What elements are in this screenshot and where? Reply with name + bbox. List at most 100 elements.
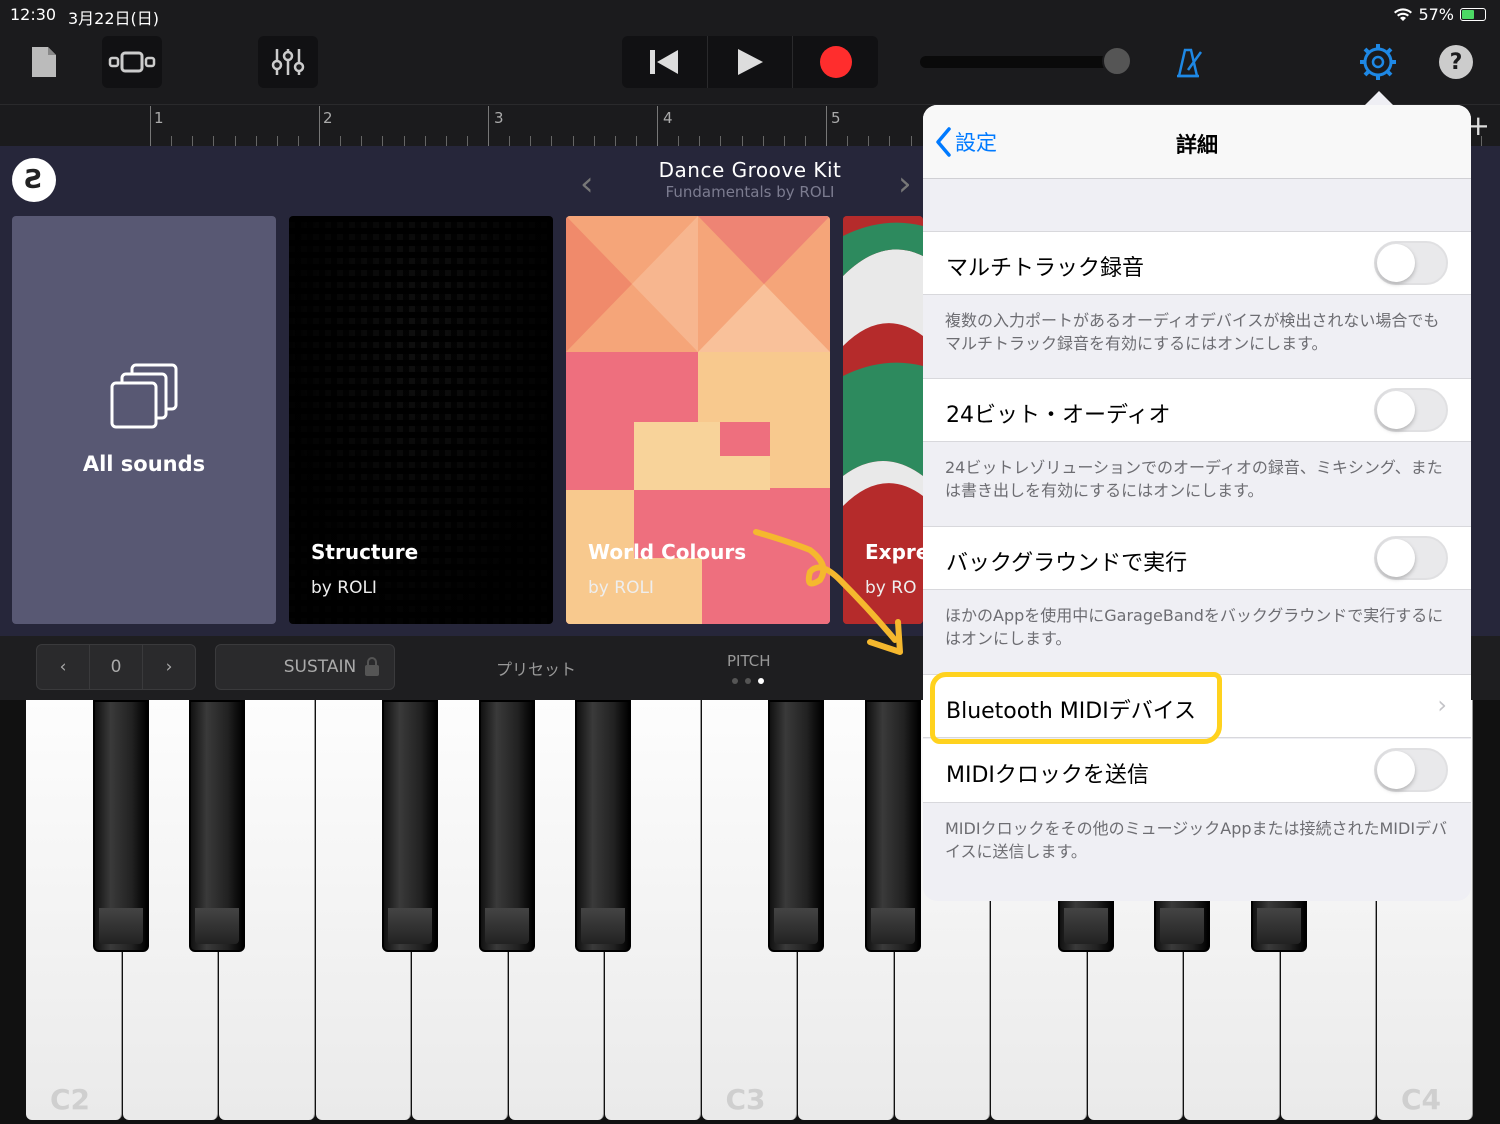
- kit-title: Dance Groove Kit: [658, 158, 842, 182]
- row-label: マルチトラック録音: [946, 256, 1145, 281]
- card-name: World Colours: [588, 540, 747, 564]
- key-label: C4: [1401, 1083, 1442, 1116]
- page-indicator: [732, 678, 764, 684]
- document-icon[interactable]: [22, 36, 66, 88]
- wifi-icon: [1394, 7, 1413, 21]
- ruler-tick: [741, 136, 743, 146]
- ruler-bar-line: [319, 106, 320, 146]
- ruler-tick: [234, 136, 236, 146]
- midi-clock-row: MIDIクロックを送信: [923, 739, 1471, 803]
- ruler-tick: [635, 136, 637, 146]
- black-key[interactable]: [478, 700, 535, 952]
- ruler-bar-line: [657, 106, 658, 146]
- structure-card[interactable]: Structure by ROLI: [289, 216, 553, 624]
- ruler-tick: [551, 136, 553, 146]
- toolbar: ?: [0, 28, 1500, 104]
- ruler-tick: [445, 136, 447, 146]
- metronome-icon[interactable]: [1166, 36, 1210, 88]
- settings-popover: 設定 詳細 マルチトラック録音 複数の入力ポートがあるオーディオデバイスが検出さ…: [923, 105, 1471, 901]
- 24bit-audio-row: 24ビット・オーディオ: [923, 378, 1471, 442]
- settings-gear-icon[interactable]: [1356, 36, 1400, 88]
- rewind-icon[interactable]: [622, 36, 708, 88]
- mixer-icon[interactable]: [258, 36, 318, 88]
- play-icon[interactable]: [708, 36, 794, 88]
- next-kit-button[interactable]: ›: [898, 164, 912, 204]
- black-key[interactable]: [189, 700, 245, 952]
- octave-down-button[interactable]: ‹: [37, 645, 90, 689]
- 24bit-audio-toggle[interactable]: [1374, 388, 1448, 432]
- black-key[interactable]: [382, 700, 438, 952]
- lock-icon[interactable]: [364, 657, 380, 677]
- row-footnote: 24ビットレゾリューションでのオーディオの録音、ミキシング、または書き出しを有効…: [945, 458, 1443, 500]
- row-footnote: MIDIクロックをその他のミュージックAppまたは接続されたMIDIデバイスに送…: [945, 819, 1448, 861]
- status-bar: 12:30 3月22日(日) 57%: [0, 0, 1500, 28]
- background-run-toggle[interactable]: [1374, 536, 1448, 580]
- sustain-button[interactable]: SUSTAIN: [215, 644, 395, 690]
- bar-number: 2: [323, 109, 333, 127]
- black-key[interactable]: [768, 700, 824, 952]
- ruler-bar-line: [826, 106, 827, 146]
- status-time: 12:30: [10, 5, 57, 24]
- ruler-tick: [213, 136, 215, 146]
- ruler-tick: [847, 136, 849, 146]
- kit-subtitle: Fundamentals by ROLI: [665, 183, 835, 201]
- master-volume-slider[interactable]: [920, 56, 1120, 68]
- page-dot-active: [758, 678, 764, 684]
- ruler-tick: [361, 136, 363, 146]
- tracks-view-icon[interactable]: [102, 36, 162, 88]
- row-footnote: ほかのAppを使用中にGarageBandをバックグラウンドで実行するにはオンに…: [945, 606, 1444, 648]
- background-run-row: バックグラウンドで実行: [923, 526, 1471, 590]
- ruler-tick: [699, 136, 701, 146]
- all-sounds-label: All sounds: [82, 452, 206, 476]
- card-name: Structure: [311, 540, 419, 564]
- row-label: バックグラウンドで実行: [946, 551, 1188, 576]
- sustain-label: SUSTAIN: [283, 657, 357, 677]
- bar-number: 1: [154, 109, 164, 127]
- preset-label[interactable]: プリセット: [496, 656, 576, 680]
- help-icon[interactable]: ?: [1436, 36, 1476, 88]
- ruler-tick: [171, 136, 173, 146]
- row-label: MIDIクロックを送信: [946, 763, 1149, 788]
- ruler-tick: [593, 136, 595, 146]
- ruler-tick: [910, 136, 912, 146]
- stacked-cards-icon: [110, 363, 178, 429]
- ruler-tick: [614, 136, 616, 146]
- annotation-arrow: [753, 529, 903, 655]
- status-date: 3月22日(日): [68, 9, 160, 28]
- status-right: 57%: [1394, 5, 1486, 24]
- ruler-tick: [403, 136, 405, 146]
- key-label: C2: [50, 1083, 91, 1116]
- ruler-tick: [192, 136, 194, 146]
- black-key[interactable]: [92, 700, 149, 952]
- ruler-tick: [276, 136, 278, 146]
- ruler-tick: [868, 136, 870, 146]
- ruler-tick: [255, 136, 257, 146]
- ruler-tick: [382, 136, 384, 146]
- row-label: 24ビット・オーディオ: [946, 403, 1171, 428]
- all-sounds-card[interactable]: All sounds: [12, 216, 276, 624]
- roli-logo[interactable]: Ƨ: [12, 158, 56, 202]
- bar-number: 4: [663, 109, 673, 127]
- annotation-highlight: [930, 672, 1222, 744]
- ruler-bar-line: [150, 106, 151, 146]
- midi-clock-toggle[interactable]: [1374, 748, 1448, 792]
- popover-title: 詳細: [1176, 133, 1218, 157]
- row-footnote: 複数の入力ポートがあるオーディオデバイスが検出されない場合でもマルチトラック録音…: [945, 311, 1440, 353]
- record-icon[interactable]: [793, 36, 878, 88]
- ruler-tick: [424, 136, 426, 146]
- black-key[interactable]: [575, 700, 631, 952]
- ruler-tick: [297, 136, 299, 146]
- ruler-tick: [762, 136, 764, 146]
- ruler-tick: [466, 136, 468, 146]
- octave-up-button[interactable]: ›: [143, 645, 195, 689]
- ruler-tick: [572, 136, 574, 146]
- octave-stepper: ‹ 0 ›: [36, 644, 196, 690]
- popover-arrow: [1364, 91, 1394, 106]
- bar-number: 3: [494, 109, 504, 127]
- black-key[interactable]: [864, 700, 921, 952]
- previous-kit-button[interactable]: ‹: [580, 164, 594, 204]
- multitrack-recording-toggle[interactable]: [1374, 241, 1448, 285]
- ruler-tick: [678, 136, 680, 146]
- master-volume-knob[interactable]: [1102, 46, 1132, 76]
- ruler-tick: [720, 136, 722, 146]
